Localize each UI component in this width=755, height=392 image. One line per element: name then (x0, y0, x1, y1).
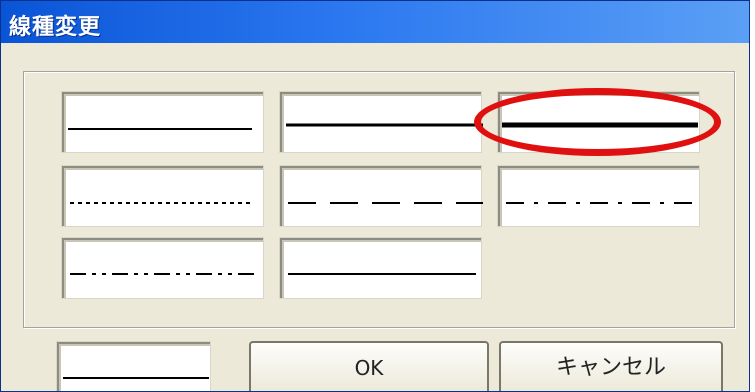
solid-alt-line-preview (288, 273, 476, 275)
line-type-dialog: 線種変更 OK キャンセル (0, 0, 750, 392)
current-line-preview (56, 341, 211, 391)
current-line-sample (63, 377, 209, 379)
line-style-thick-solid-button[interactable] (497, 91, 700, 153)
line-style-dash-dot-button[interactable] (497, 165, 700, 227)
dash-dot-dot-line-preview (70, 273, 258, 275)
dashed-line-preview (288, 202, 483, 204)
ok-button[interactable]: OK (249, 341, 489, 391)
thick-solid-line-preview (502, 122, 698, 128)
line-style-dotted-button[interactable] (61, 165, 264, 227)
line-style-dash-dot-dot-button[interactable] (61, 237, 264, 299)
line-style-solid-alt-button[interactable] (279, 237, 482, 299)
dialog-title: 線種変更 (9, 15, 102, 40)
medium-solid-line-preview (286, 123, 483, 127)
line-style-dashed-button[interactable] (279, 165, 483, 227)
title-bar[interactable]: 線種変更 (1, 1, 749, 43)
line-style-thin-solid-button[interactable] (61, 91, 264, 153)
line-style-medium-solid-button[interactable] (279, 91, 483, 153)
cancel-button[interactable]: キャンセル (499, 341, 723, 391)
dash-dot-line-preview (506, 202, 698, 204)
thin-solid-line-preview (68, 128, 252, 130)
dotted-line-preview (70, 202, 254, 204)
